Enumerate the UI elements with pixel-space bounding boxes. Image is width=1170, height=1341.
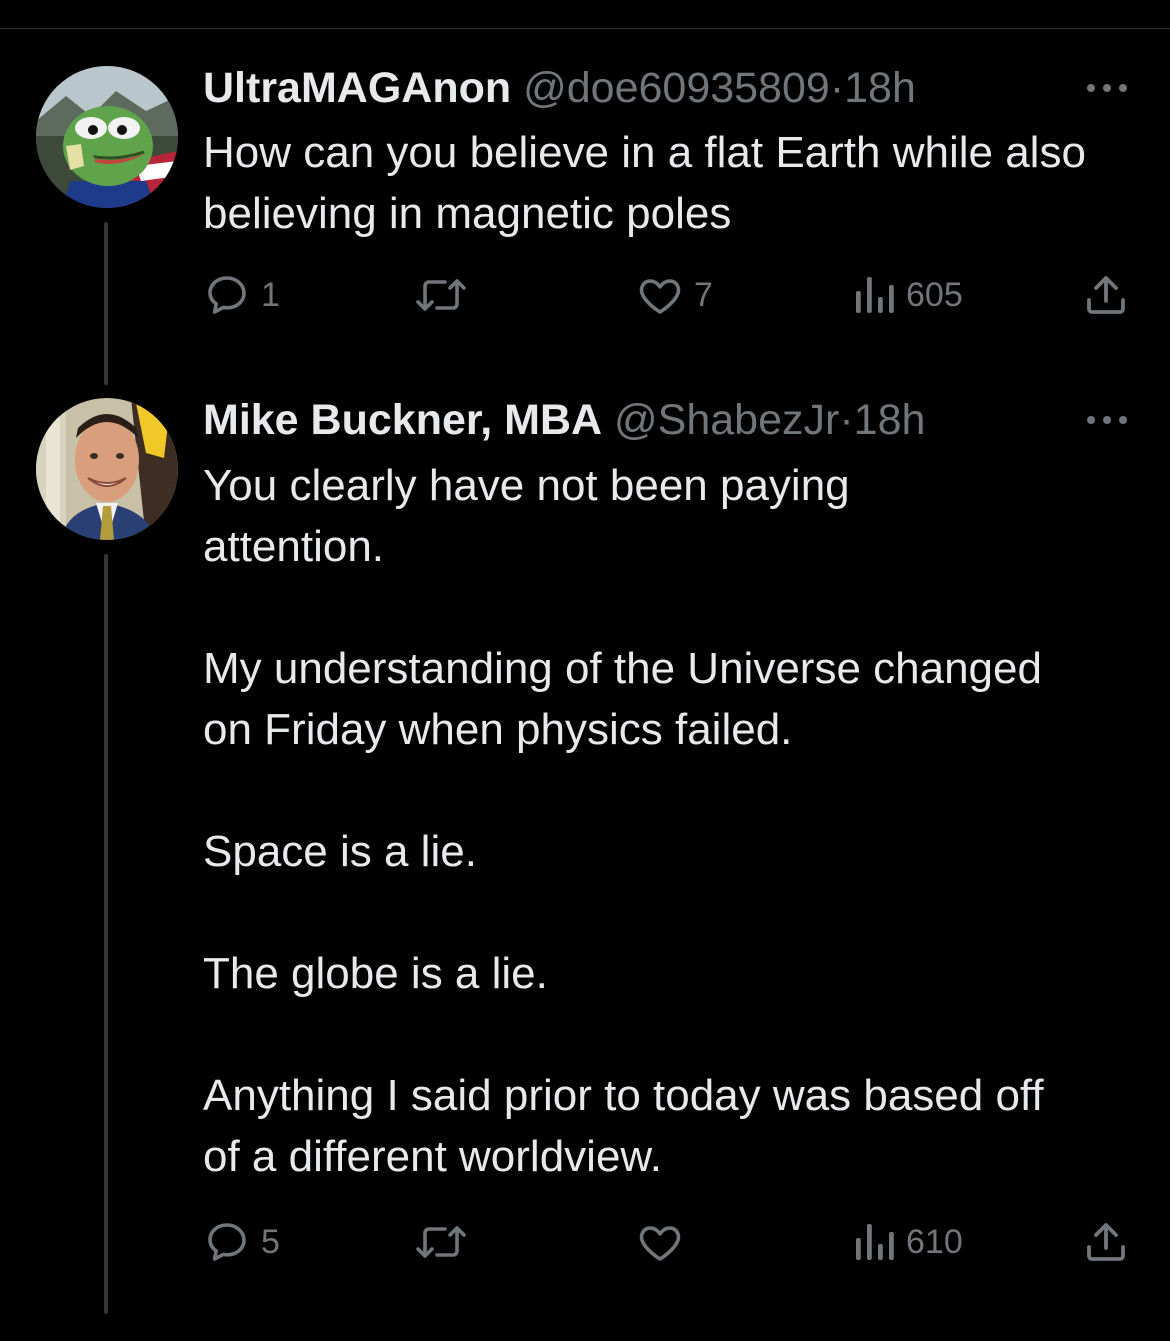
views-count: 605 xyxy=(906,275,963,314)
tweet-header: UltraMAGAnon @doe60935809·18h xyxy=(203,62,1020,114)
action-bar: 5 610 xyxy=(0,1214,1170,1270)
reply-icon xyxy=(208,1223,246,1261)
tweet-paragraph: Anything I said prior to today was based… xyxy=(203,1071,1044,1181)
like-button[interactable] xyxy=(636,1214,694,1270)
views-icon xyxy=(856,277,894,313)
like-count: 7 xyxy=(694,275,713,314)
reply-count: 5 xyxy=(261,1222,280,1261)
share-button[interactable] xyxy=(1082,1214,1130,1270)
share-icon xyxy=(1087,1223,1125,1261)
pepe-frog-avatar-icon xyxy=(36,66,178,208)
tweet-paragraph: The globe is a lie. xyxy=(203,949,548,998)
views-icon xyxy=(856,1224,894,1260)
tweet-text: How can you believe in a flat Earth whil… xyxy=(203,122,1103,244)
tweet-header: Mike Buckner, MBA @ShabezJr·18h xyxy=(203,394,1020,446)
tweet-paragraph: Space is a lie. xyxy=(203,827,477,876)
more-icon[interactable] xyxy=(1084,410,1130,430)
tweet-paragraph: You clearly have not been paying attenti… xyxy=(203,461,850,571)
tweet-paragraph: My understanding of the Universe changed… xyxy=(203,644,1042,754)
timestamp[interactable]: 18h xyxy=(854,396,926,444)
avatar[interactable] xyxy=(36,66,178,208)
like-button[interactable]: 7 xyxy=(636,267,713,323)
separator: · xyxy=(829,64,845,112)
tweet-text: You clearly have not been paying attenti… xyxy=(203,455,1044,1187)
views-button[interactable]: 605 xyxy=(852,267,963,323)
reply-count: 1 xyxy=(261,275,280,314)
thread-line xyxy=(104,554,108,1314)
views-button[interactable]: 610 xyxy=(852,1214,963,1270)
action-bar: 1 7 605 xyxy=(0,267,1170,323)
heart-icon xyxy=(639,1226,681,1261)
reply-icon xyxy=(208,276,246,314)
top-divider xyxy=(0,28,1170,29)
reply-button[interactable]: 1 xyxy=(203,267,280,323)
smiling-man-avatar-icon xyxy=(36,398,178,540)
handle[interactable]: @ShabezJr xyxy=(614,396,839,444)
handle[interactable]: @doe60935809 xyxy=(523,64,830,112)
avatar[interactable] xyxy=(36,398,178,540)
heart-icon xyxy=(639,279,681,314)
share-icon xyxy=(1087,276,1125,314)
reply-button[interactable]: 5 xyxy=(203,1214,280,1270)
share-button[interactable] xyxy=(1082,267,1130,323)
more-icon[interactable] xyxy=(1084,78,1130,98)
repost-button[interactable] xyxy=(413,1214,479,1270)
tweet-paragraph: How can you believe in a flat Earth whil… xyxy=(203,128,1086,238)
views-count: 610 xyxy=(906,1222,963,1261)
separator: · xyxy=(839,396,854,444)
repost-icon xyxy=(416,279,466,311)
timestamp[interactable]: 18h xyxy=(844,64,916,112)
repost-icon xyxy=(416,1226,466,1258)
display-name[interactable]: UltraMAGAnon xyxy=(203,64,511,112)
display-name[interactable]: Mike Buckner, MBA xyxy=(203,396,602,444)
repost-button[interactable] xyxy=(413,267,479,323)
